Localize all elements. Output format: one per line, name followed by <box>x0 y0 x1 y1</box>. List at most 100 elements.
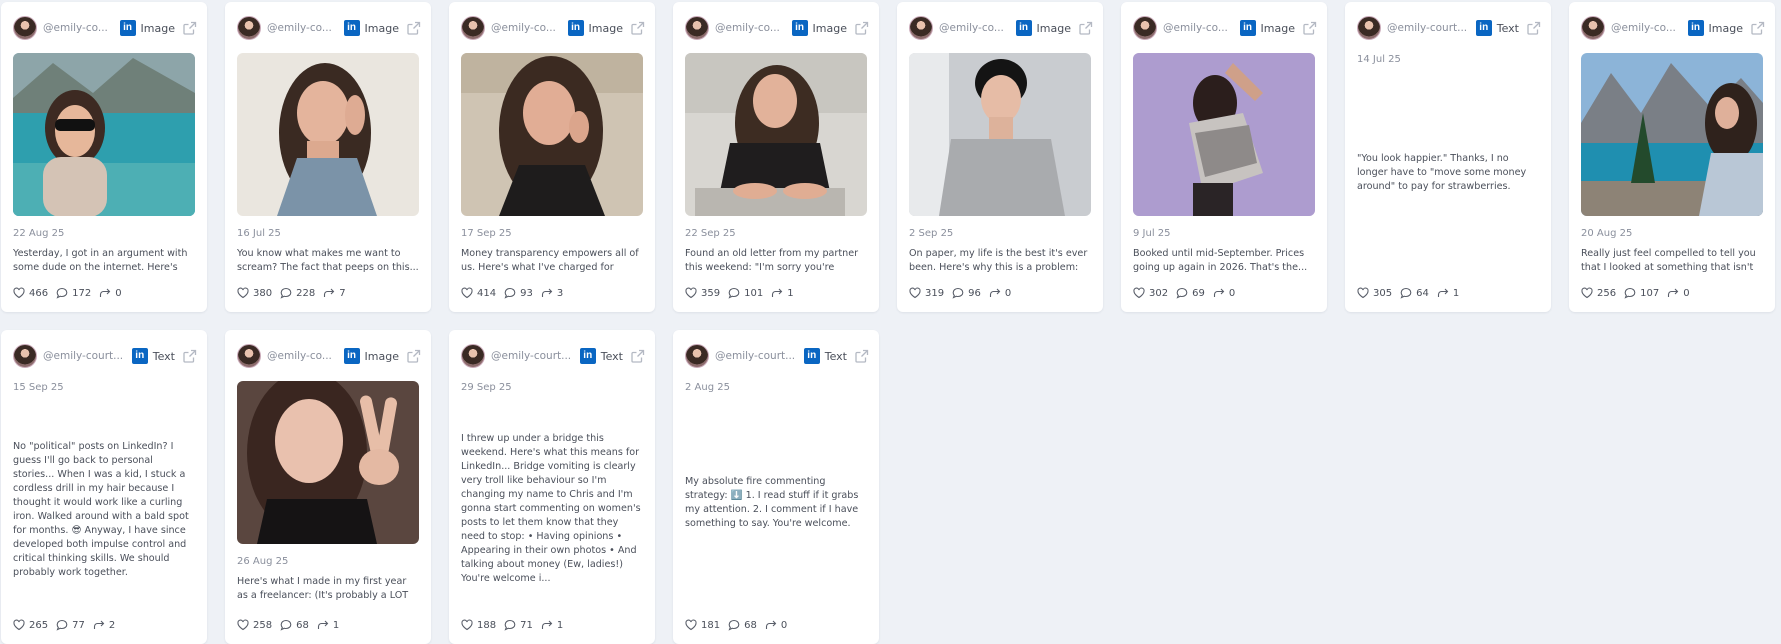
repost-icon <box>765 620 777 629</box>
author-handle[interactable]: @emily-co... <box>267 22 338 34</box>
comments-stat: 68 <box>280 619 309 631</box>
post-image[interactable] <box>1133 53 1315 216</box>
external-link-icon[interactable] <box>631 21 645 35</box>
card-header: @emily-co... in Image <box>13 15 197 41</box>
post-card[interactable]: @emily-co... in Image 20 Aug 25 Really just … <box>1569 2 1775 312</box>
avatar[interactable] <box>461 16 485 40</box>
heart-icon <box>909 287 921 299</box>
avatar[interactable] <box>685 16 709 40</box>
linkedin-icon: in <box>567 20 584 36</box>
linkedin-icon: in <box>791 20 808 36</box>
linkedin-icon: in <box>343 20 360 36</box>
author-handle[interactable]: @emily-court... <box>43 350 126 362</box>
avatar[interactable] <box>909 16 933 40</box>
post-date: 17 Sep 25 <box>461 228 512 239</box>
post-card[interactable]: @emily-court... in Text 14 Jul 25 "You look … <box>1345 2 1551 312</box>
external-link-icon[interactable] <box>1527 21 1541 35</box>
post-stats: 466 172 0 <box>13 286 130 300</box>
author-handle[interactable]: @emily-co... <box>491 22 562 34</box>
external-link-icon[interactable] <box>407 21 421 35</box>
post-type-label: Image <box>364 21 399 35</box>
comments-stat: 68 <box>728 619 757 631</box>
post-card[interactable]: @emily-co... in Image 9 Jul 25 Booked until … <box>1121 2 1327 312</box>
post-date: 9 Jul 25 <box>1133 228 1171 239</box>
post-card[interactable]: @emily-co... in Image 22 Aug 25 Yesterday, I… <box>1 2 207 312</box>
author-handle[interactable]: @emily-co... <box>715 22 786 34</box>
post-card[interactable]: @emily-court... in Text 29 Sep 25 I threw up… <box>449 330 655 644</box>
author-handle[interactable]: @emily-co... <box>43 22 114 34</box>
post-card[interactable]: @emily-co... in Image 2 Sep 25 On paper, my … <box>897 2 1103 312</box>
post-card[interactable]: @emily-co... in Image 22 Sep 25 Found an old… <box>673 2 879 312</box>
avatar[interactable] <box>685 344 709 368</box>
post-date: 16 Jul 25 <box>237 228 281 239</box>
post-card[interactable]: @emily-court... in Text 2 Aug 25 My absolute… <box>673 330 879 644</box>
post-image[interactable] <box>685 53 867 216</box>
reposts-stat: 1 <box>541 619 563 631</box>
card-header: @emily-co... in Image <box>909 15 1093 41</box>
card-header: @emily-court... in Text <box>685 343 869 369</box>
post-card[interactable]: @emily-co... in Image 26 Aug 25 Here's what … <box>225 330 431 644</box>
reposts-stat: 0 <box>1667 287 1690 299</box>
avatar[interactable] <box>1357 16 1381 40</box>
external-link-icon[interactable] <box>1751 21 1765 35</box>
author-handle[interactable]: @emily-court... <box>715 350 798 362</box>
comments-stat: 101 <box>728 287 763 299</box>
author-handle[interactable]: @emily-court... <box>1387 22 1470 34</box>
external-link-icon[interactable] <box>1303 21 1317 35</box>
post-image[interactable] <box>909 53 1091 216</box>
external-link-icon[interactable] <box>183 21 197 35</box>
reposts-count: 0 <box>780 619 788 631</box>
external-link-icon[interactable] <box>183 349 197 363</box>
post-text: Yesterday, I got in an argument with som… <box>13 248 188 273</box>
avatar[interactable] <box>237 344 261 368</box>
avatar[interactable] <box>1581 16 1605 40</box>
post-card[interactable]: @emily-co... in Image 16 Jul 25 You know wha… <box>225 2 431 312</box>
post-card[interactable]: @emily-court... in Text 15 Sep 25 No "politi… <box>1 330 207 644</box>
author-handle[interactable]: @emily-co... <box>1611 22 1682 34</box>
post-image[interactable] <box>1581 53 1763 216</box>
avatar[interactable] <box>13 344 37 368</box>
comment-icon <box>504 287 516 299</box>
comment-icon <box>728 619 740 631</box>
post-image[interactable] <box>237 53 419 216</box>
likes-count: 380 <box>253 287 273 299</box>
comments-stat: 96 <box>952 287 981 299</box>
reposts-stat: 0 <box>989 287 1011 299</box>
repost-icon <box>772 288 783 297</box>
avatar[interactable] <box>13 16 37 40</box>
external-link-icon[interactable] <box>1079 21 1093 35</box>
post-stats: 302 69 0 <box>1133 286 1243 300</box>
author-handle[interactable]: @emily-court... <box>491 350 574 362</box>
external-link-icon[interactable] <box>631 349 645 363</box>
reposts-stat: 0 <box>99 287 122 299</box>
repost-icon <box>541 620 553 629</box>
post-image[interactable] <box>13 53 195 216</box>
author-handle[interactable]: @emily-co... <box>939 22 1010 34</box>
card-header: @emily-co... in Image <box>1133 15 1317 41</box>
post-text: No "political" posts on LinkedIn? I gues… <box>13 441 189 578</box>
heart-icon <box>13 619 25 631</box>
author-handle[interactable]: @emily-co... <box>1163 22 1234 34</box>
reposts-stat: 2 <box>93 619 115 631</box>
linkedin-icon: in <box>803 348 820 364</box>
avatar[interactable] <box>461 344 485 368</box>
reposts-stat: 0 <box>765 619 787 631</box>
post-text: Really just feel compelled to tell you t… <box>1581 248 1756 273</box>
post-image[interactable] <box>461 53 643 216</box>
linkedin-icon: in <box>1015 20 1032 36</box>
avatar[interactable] <box>237 16 261 40</box>
reposts-stat: 3 <box>541 287 563 299</box>
heart-icon <box>237 619 249 631</box>
external-link-icon[interactable] <box>855 21 869 35</box>
author-handle[interactable]: @emily-co... <box>267 350 338 362</box>
likes-stat: 305 <box>1357 287 1392 299</box>
post-type-label: Text <box>152 349 175 363</box>
post-image[interactable] <box>237 381 419 544</box>
likes-stat: 265 <box>13 619 48 631</box>
post-stats: 359 101 1 <box>685 286 802 300</box>
post-date: 15 Sep 25 <box>13 382 64 393</box>
avatar[interactable] <box>1133 16 1157 40</box>
external-link-icon[interactable] <box>855 349 869 363</box>
post-card[interactable]: @emily-co... in Image 17 Sep 25 Money transp… <box>449 2 655 312</box>
external-link-icon[interactable] <box>407 349 421 363</box>
